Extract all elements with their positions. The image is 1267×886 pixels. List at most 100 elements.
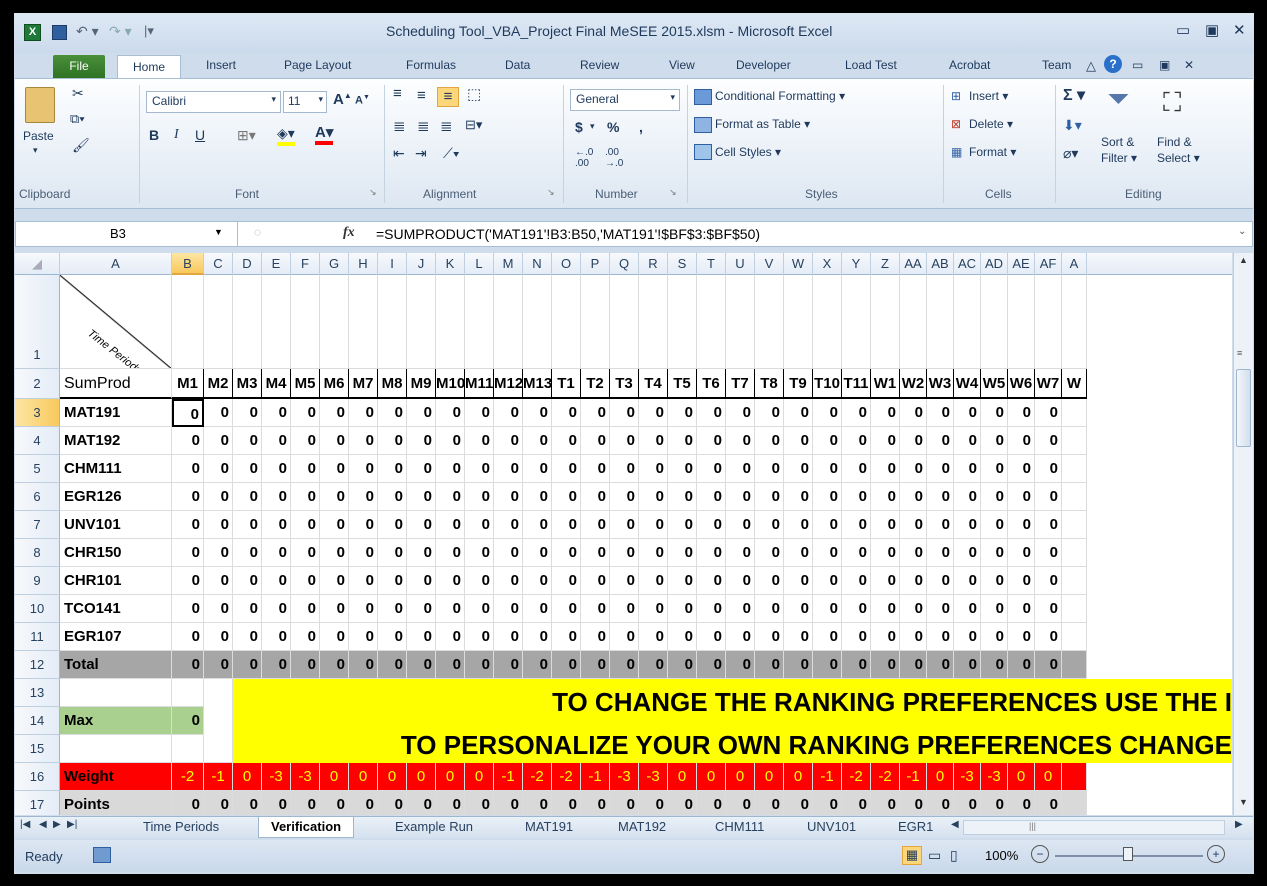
cell-value[interactable]: 0 <box>204 567 233 595</box>
cell-course-name[interactable]: EGR126 <box>60 483 172 511</box>
cell-value[interactable]: 0 <box>349 539 378 567</box>
cell-value[interactable]: 0 <box>378 567 407 595</box>
cell-total-value[interactable]: 0 <box>813 651 842 679</box>
cell-period-header[interactable]: 12:00-12: <box>291 275 320 369</box>
cell-value[interactable]: 0 <box>697 427 726 455</box>
cell-value[interactable]: 0 <box>697 399 726 427</box>
cell-value[interactable]: 0 <box>436 539 465 567</box>
tab-formulas[interactable]: Formulas <box>406 58 456 72</box>
cell-value[interactable]: 0 <box>755 539 784 567</box>
cell-value[interactable]: 0 <box>436 455 465 483</box>
cell-value[interactable]: 0 <box>639 399 668 427</box>
cell-weight-value[interactable]: -1 <box>900 763 927 791</box>
cell-period-code[interactable]: T9 <box>784 369 813 399</box>
cell-value[interactable]: 0 <box>523 427 552 455</box>
cell-value[interactable]: 0 <box>900 623 927 651</box>
sheet-tab-time-periods[interactable]: Time Periods <box>143 819 219 834</box>
cell-weight-value[interactable]: 0 <box>726 763 755 791</box>
cell-value[interactable]: 0 <box>523 539 552 567</box>
cell-value[interactable]: 0 <box>927 427 954 455</box>
cell-value[interactable]: 0 <box>262 399 291 427</box>
cell-value[interactable]: 0 <box>378 399 407 427</box>
cell-value[interactable]: 0 <box>639 483 668 511</box>
align-top-icon[interactable]: ≡ <box>393 85 402 102</box>
cell-value[interactable]: 0 <box>755 595 784 623</box>
cell-value[interactable]: 0 <box>726 623 755 651</box>
cell-value[interactable]: 0 <box>349 483 378 511</box>
cell-total-value[interactable]: 0 <box>172 651 204 679</box>
cell-value[interactable]: 0 <box>204 427 233 455</box>
column-header-n[interactable]: N <box>523 253 552 275</box>
help-icon[interactable]: ? <box>1104 55 1122 73</box>
column-header-a[interactable]: A <box>1062 253 1087 275</box>
cell-total-value[interactable]: 0 <box>1035 651 1062 679</box>
cell-period-header[interactable]: 5:20-5:50 <box>784 275 813 369</box>
cell-points-value[interactable]: 0 <box>954 791 981 815</box>
cell-value[interactable]: 0 <box>523 567 552 595</box>
cell-period-code[interactable]: W3 <box>927 369 954 399</box>
cell-value[interactable]: 0 <box>900 427 927 455</box>
cell-value[interactable]: 0 <box>494 399 523 427</box>
currency-button[interactable]: $ <box>575 119 583 135</box>
cell-value[interactable]: 0 <box>697 623 726 651</box>
cell-period-header[interactable]: 10:00-10: <box>233 275 262 369</box>
row-header-4[interactable]: 4 <box>15 427 60 455</box>
cell-points-value[interactable]: 0 <box>436 791 465 815</box>
paste-icon[interactable] <box>25 87 55 123</box>
cell-value[interactable]: 0 <box>407 539 436 567</box>
cell-period-code[interactable]: W <box>1062 369 1087 399</box>
cell-value[interactable]: 0 <box>871 567 900 595</box>
cell-total-value[interactable]: 0 <box>927 651 954 679</box>
cell-value[interactable]: 0 <box>320 427 349 455</box>
cell-value[interactable]: 0 <box>581 483 610 511</box>
cell-value[interactable]: 0 <box>552 567 581 595</box>
column-header-u[interactable]: U <box>726 253 755 275</box>
cell-period-header[interactable]: 2:00-2:50 <box>349 275 378 369</box>
cell-value[interactable]: 0 <box>291 595 320 623</box>
cell-period-code[interactable]: T2 <box>581 369 610 399</box>
cell-points-value[interactable]: 0 <box>204 791 233 815</box>
column-header-g[interactable]: G <box>320 253 349 275</box>
cell-value[interactable]: 0 <box>349 455 378 483</box>
cell-weight-value[interactable]: -3 <box>954 763 981 791</box>
find-select-button-line2[interactable]: Select ▾ <box>1157 151 1200 165</box>
formula-input[interactable]: =SUMPRODUCT('MAT191'!B3:B50,'MAT191'!$BF… <box>376 226 760 242</box>
cell-value[interactable]: 0 <box>927 399 954 427</box>
cell-weight-value[interactable]: 0 <box>784 763 813 791</box>
column-header-w[interactable]: W <box>784 253 813 275</box>
cell-total-value[interactable]: 0 <box>436 651 465 679</box>
cell-points-value[interactable]: 0 <box>900 791 927 815</box>
cell-weight-value[interactable]: 0 <box>407 763 436 791</box>
cell-weight-value[interactable] <box>1062 763 1087 791</box>
cell-empty[interactable] <box>172 679 204 707</box>
cell-weight-value[interactable]: 0 <box>1008 763 1035 791</box>
cell-value[interactable] <box>1062 567 1087 595</box>
cell-value[interactable]: 0 <box>981 511 1008 539</box>
cell-value[interactable]: 0 <box>668 567 697 595</box>
cell-points-value[interactable]: 0 <box>581 791 610 815</box>
row-header-3[interactable]: 3 <box>15 399 60 427</box>
cell-value[interactable]: 0 <box>465 483 494 511</box>
cell-value[interactable]: 0 <box>813 483 842 511</box>
cell-period-code[interactable]: T8 <box>755 369 784 399</box>
cell-period-code[interactable]: M1 <box>172 369 204 399</box>
cell-weight-value[interactable]: 0 <box>755 763 784 791</box>
cell-value[interactable]: 0 <box>639 595 668 623</box>
cell-value[interactable]: 0 <box>465 539 494 567</box>
cell-a1[interactable]: Time Periods <box>60 275 172 369</box>
cell-period-code[interactable]: T1 <box>552 369 581 399</box>
cell-value[interactable]: 0 <box>900 539 927 567</box>
cell-weight-value[interactable]: -2 <box>552 763 581 791</box>
cell-value[interactable]: 0 <box>871 399 900 427</box>
cell-points-value[interactable]: 0 <box>813 791 842 815</box>
cell-value[interactable]: 0 <box>954 595 981 623</box>
cell-weight-value[interactable]: -2 <box>842 763 871 791</box>
tab-review[interactable]: Review <box>580 58 619 72</box>
cell-value[interactable]: 0 <box>1008 511 1035 539</box>
cell-value[interactable]: 0 <box>233 623 262 651</box>
cell-value[interactable]: 0 <box>784 427 813 455</box>
cell-value[interactable]: 0 <box>1008 623 1035 651</box>
cell-course-name[interactable]: MAT192 <box>60 427 172 455</box>
cell-value[interactable]: 0 <box>1008 427 1035 455</box>
cell-value[interactable]: 0 <box>378 511 407 539</box>
